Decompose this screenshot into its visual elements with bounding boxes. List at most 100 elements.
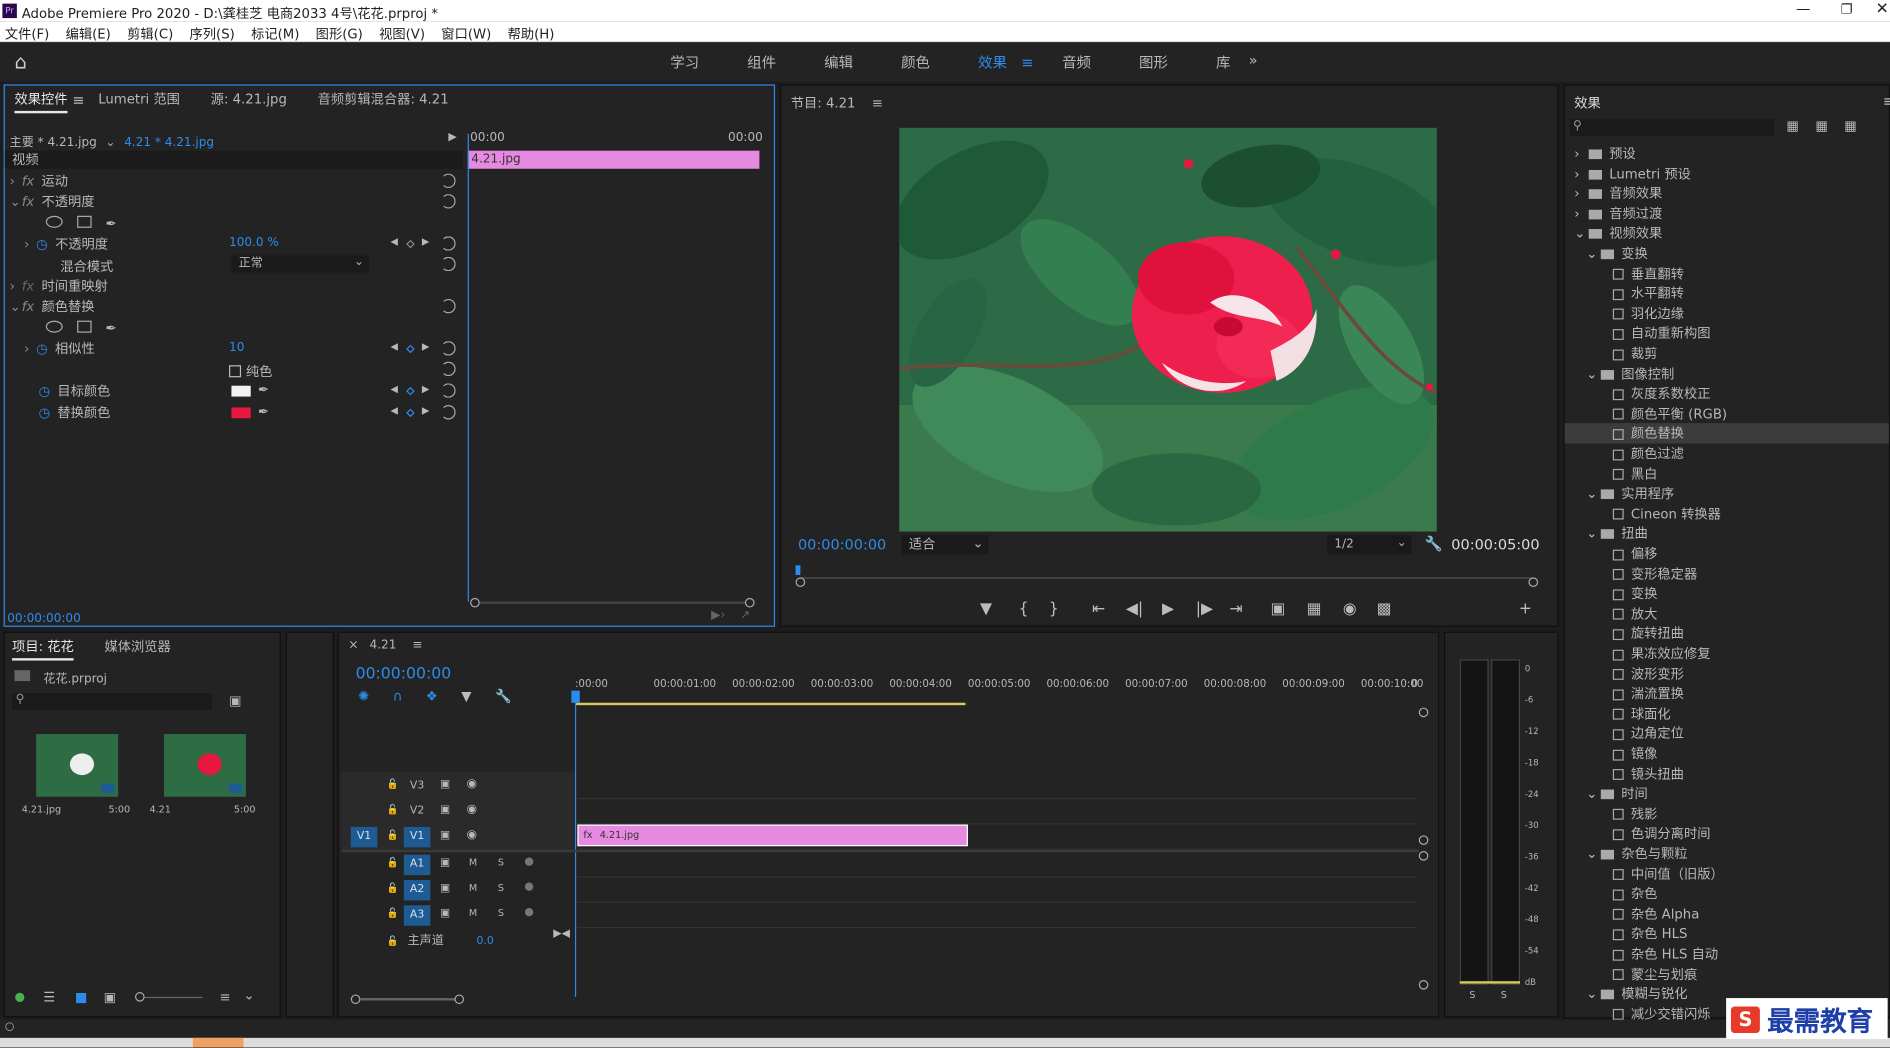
eyedropper-icon[interactable]: ✒ — [258, 382, 269, 398]
lock-icon[interactable]: ● — [14, 991, 25, 1004]
restore-icon[interactable]: ❐ — [1841, 1, 1853, 17]
workspace-tab-graphics[interactable]: 图形 — [1139, 54, 1168, 71]
add-marker-icon[interactable]: ▼ — [461, 688, 471, 704]
microphone-icon[interactable]: ● — [524, 906, 533, 918]
lock-icon[interactable]: 🔓 — [387, 779, 399, 790]
camera-icon[interactable]: ◉ — [1343, 600, 1357, 618]
tab-audio-clip-mixer[interactable]: 音频剪辑混合器: 4.21 — [318, 92, 449, 108]
new-bin-icon[interactable]: ▣ — [229, 693, 242, 709]
effect-item-9[interactable]: 自动重新构图 — [1565, 324, 1889, 344]
project-item-sequence[interactable]: 4.21 5:00 — [142, 724, 263, 820]
vertical-scroll-handle[interactable] — [1418, 979, 1429, 990]
lock-icon[interactable]: 🔓 — [387, 908, 399, 919]
workspace-tab-effects[interactable]: 效果 — [978, 54, 1007, 71]
project-search-input[interactable]: ⚲ — [12, 693, 213, 710]
timeline-timecode[interactable]: 00:00:00:00 — [356, 665, 452, 683]
effect-item-7[interactable]: 水平翻转 — [1565, 283, 1889, 303]
effect-item-3[interactable]: › 音频过渡 — [1565, 203, 1889, 223]
add-keyframe-icon[interactable] — [406, 344, 415, 354]
linked-selection-icon[interactable]: ❖ — [426, 688, 438, 704]
workspace-tab-audio[interactable]: 音频 — [1062, 54, 1091, 71]
lock-icon[interactable]: 🔓 — [387, 804, 399, 815]
eye-icon[interactable]: ◉ — [466, 777, 477, 790]
next-keyframe-icon[interactable]: ▶ — [422, 341, 429, 352]
effect-item-0[interactable]: › 预设 — [1565, 143, 1889, 163]
solo-button[interactable]: S — [498, 882, 504, 893]
sync-lock-icon[interactable]: ▣ — [440, 804, 450, 816]
rect-mask-icon[interactable] — [76, 215, 92, 228]
sync-lock-icon[interactable]: ▣ — [440, 857, 450, 869]
sequence-clip-label[interactable]: 4.21 * 4.21.jpg — [124, 136, 214, 149]
effect-item-6[interactable]: 垂直翻转 — [1565, 263, 1889, 283]
fx-opacity-row[interactable]: ⌄fx 不透明度 — [10, 192, 95, 212]
effect-item-36[interactable]: 中间值（旧版） — [1565, 864, 1889, 884]
workspace-tab-libraries[interactable]: 库 — [1216, 54, 1230, 71]
effect-item-18[interactable]: Cineon 转换器 — [1565, 504, 1889, 524]
menu-help[interactable]: 帮助(H) — [508, 27, 555, 43]
freeform-view-icon[interactable]: ▣ — [104, 990, 117, 1006]
track-target-button[interactable]: V1 — [403, 826, 431, 848]
stopwatch-icon[interactable]: ◷ — [36, 236, 48, 252]
ec-playhead[interactable] — [467, 133, 469, 602]
dropdown-icon[interactable]: ⌄ — [105, 136, 115, 149]
panel-menu-icon[interactable]: ≡ — [1883, 93, 1890, 110]
compare-icon[interactable]: ▩ — [1377, 600, 1392, 618]
chevron-down-icon[interactable]: ⌄ — [1586, 364, 1600, 384]
chevron-down-icon[interactable]: ⌄ — [1586, 844, 1600, 864]
track-target-button[interactable]: V3 — [404, 776, 431, 796]
add-keyframe-icon[interactable] — [406, 239, 415, 249]
menu-sequence[interactable]: 序列(S) — [190, 27, 235, 43]
solid-color-checkbox[interactable] — [229, 365, 242, 378]
effect-item-40[interactable]: 杂色 HLS 自动 — [1565, 944, 1889, 964]
prev-keyframe-icon[interactable]: ◀ — [391, 405, 398, 416]
eyedropper-icon[interactable]: ✒ — [258, 404, 269, 420]
resolution-select[interactable]: 1/2 ⌄ — [1327, 535, 1412, 555]
mark-out-icon[interactable]: } — [1049, 600, 1059, 618]
effect-item-35[interactable]: ⌄ 杂色与颗粒 — [1565, 844, 1889, 864]
play-icon[interactable]: ▶ — [1162, 600, 1174, 618]
source-patch-button[interactable]: V1 — [350, 826, 378, 848]
track-target-button[interactable]: A2 — [403, 879, 431, 901]
program-timecode[interactable]: 00:00:00:00 — [798, 536, 886, 553]
go-to-end-icon[interactable]: ▶◀ — [553, 928, 570, 940]
effect-item-2[interactable]: › 音频效果 — [1565, 183, 1889, 203]
add-button-icon[interactable]: + — [1519, 600, 1532, 618]
menu-edit[interactable]: 编辑(E) — [66, 27, 111, 43]
home-icon[interactable]: ⌂ — [14, 51, 26, 74]
go-to-out-icon[interactable]: ⇥ — [1230, 600, 1243, 618]
reset-icon[interactable] — [441, 194, 456, 209]
effect-item-17[interactable]: ⌄ 实用程序 — [1565, 484, 1889, 504]
opacity-value[interactable]: 100.0 % — [229, 236, 279, 249]
prev-keyframe-icon[interactable]: ◀ — [391, 383, 398, 394]
add-marker-icon[interactable]: ▼ — [980, 600, 992, 618]
effects-search-input[interactable]: ⚲ — [1569, 119, 1775, 137]
effect-item-27[interactable]: 湍流置换 — [1565, 684, 1889, 704]
work-area-bar[interactable] — [574, 702, 966, 706]
effect-item-37[interactable]: 杂色 — [1565, 884, 1889, 904]
effect-item-39[interactable]: 杂色 HLS — [1565, 924, 1889, 944]
solid-color-option[interactable]: 纯色 — [229, 362, 272, 381]
microphone-icon[interactable]: ● — [524, 881, 533, 893]
tab-source[interactable]: 源: 4.21.jpg — [211, 92, 287, 108]
lift-icon[interactable]: ▣ — [1270, 600, 1285, 618]
tab-lumetri-scopes[interactable]: Lumetri 范围 — [98, 92, 180, 108]
next-keyframe-icon[interactable]: ▶ — [422, 405, 429, 416]
chevron-right-icon[interactable]: › — [1574, 203, 1588, 223]
minimize-icon[interactable]: — — [1796, 0, 1810, 17]
solo-left-button[interactable]: S — [1469, 990, 1475, 1001]
workspace-tab-color[interactable]: 颜色 — [901, 54, 930, 71]
chevron-right-icon[interactable]: › — [1574, 163, 1588, 183]
effect-item-19[interactable]: ⌄ 扭曲 — [1565, 524, 1889, 544]
workspace-tab-assembly[interactable]: 组件 — [747, 54, 776, 71]
sync-lock-icon[interactable]: ▣ — [440, 908, 450, 920]
stopwatch-icon[interactable]: ◷ — [36, 341, 48, 357]
chevron-down-icon[interactable]: ⌄ — [1586, 524, 1600, 544]
menu-window[interactable]: 窗口(W) — [441, 27, 491, 43]
chevron-down-icon[interactable]: ⌄ — [1586, 784, 1600, 804]
tab-effect-controls[interactable]: 效果控件 — [14, 91, 68, 114]
reset-icon[interactable] — [441, 383, 456, 398]
sync-lock-icon[interactable]: ▣ — [440, 779, 450, 791]
solo-button[interactable]: S — [498, 908, 504, 919]
more-workspaces-icon[interactable]: » — [1249, 52, 1258, 69]
next-keyframe-icon[interactable]: ▶ — [422, 236, 429, 247]
